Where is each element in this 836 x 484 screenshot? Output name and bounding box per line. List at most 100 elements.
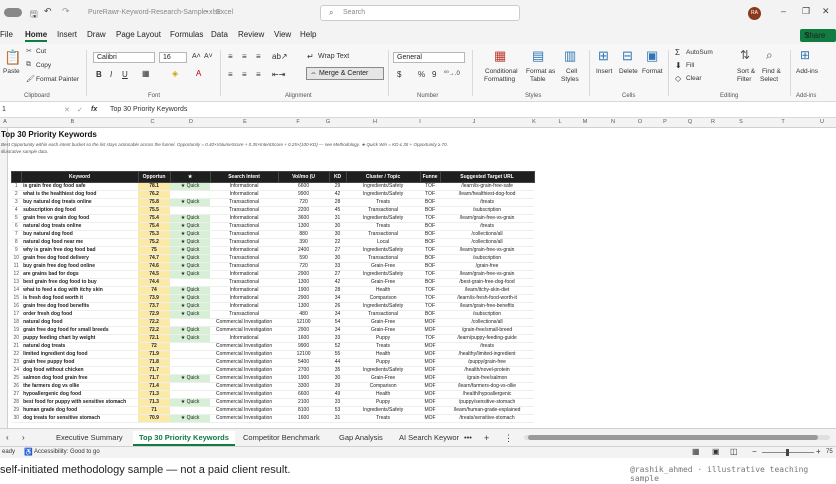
cell-styles-button[interactable]: Cell <box>566 68 577 75</box>
table-cell[interactable]: 880 <box>278 230 330 239</box>
table-cell[interactable]: is fresh dog food worth it <box>21 294 139 303</box>
table-row[interactable]: 9 why is grain free dog food bad 75 ★ Quick… <box>11 246 535 255</box>
table-cell[interactable]: Comparison <box>346 382 421 391</box>
table-cell[interactable]: 30 <box>329 230 347 239</box>
table-cell[interactable]: 28 <box>329 286 347 295</box>
table-cell[interactable]: BOF <box>420 238 441 247</box>
table-cell[interactable]: 73.9 <box>138 294 171 303</box>
table-cell[interactable]: MOF <box>420 382 441 391</box>
table-cell[interactable]: 27 <box>329 270 347 279</box>
table-cell[interactable]: /puppy/sensitive-stomach <box>440 398 535 407</box>
table-cell[interactable]: Health <box>346 286 421 295</box>
table-row[interactable]: 2 what is the healthiest dog food 76.2 Info… <box>11 190 535 199</box>
table-cell[interactable]: 30 <box>329 222 347 231</box>
table-cell[interactable]: /treats/sensitive-stomach <box>440 414 535 423</box>
table-cell[interactable]: 720 <box>278 262 330 271</box>
menu-view[interactable]: View <box>274 30 291 39</box>
table-cell[interactable]: natural dog food <box>21 318 139 327</box>
table-cell[interactable]: /grain-free <box>440 262 535 271</box>
table-cell[interactable]: 34 <box>329 294 347 303</box>
table-cell[interactable]: human grade dog food <box>21 406 139 415</box>
table-cell[interactable]: 76.2 <box>138 190 171 199</box>
table-cell[interactable]: Commercial Investigation <box>210 350 279 359</box>
table-cell[interactable]: 1900 <box>278 286 330 295</box>
table-row[interactable]: 29 human grade dog food 71 Commercial Inves… <box>11 406 535 415</box>
table-cell[interactable]: MOF <box>420 326 441 335</box>
table-cell[interactable]: /grain-free/small-breed <box>440 326 535 335</box>
number-format-select[interactable]: General <box>393 52 465 63</box>
table-cell[interactable]: 8 <box>11 238 22 247</box>
column-header[interactable]: I <box>412 119 428 125</box>
autosum-icon[interactable]: Σ <box>675 48 680 57</box>
table-cell[interactable]: 71.7 <box>138 374 171 383</box>
avatar[interactable]: RA <box>748 7 761 20</box>
table-cell[interactable]: 12 <box>11 270 22 279</box>
table-cell[interactable]: Commercial Investigation <box>210 398 279 407</box>
table-cell[interactable]: 29 <box>329 182 347 191</box>
table-cell[interactable]: 11 <box>11 262 22 271</box>
table-cell[interactable]: /learn/is-fresh-food-worth-it <box>440 294 535 303</box>
table-cell[interactable]: Commercial Investigation <box>210 366 279 375</box>
table-cell[interactable]: 590 <box>278 254 330 263</box>
fill-button[interactable]: Fill <box>686 62 694 69</box>
table-cell[interactable]: 71.7 <box>138 366 171 375</box>
table-cell[interactable]: 27 <box>11 390 22 399</box>
table-cell[interactable]: 42 <box>329 278 347 287</box>
table-cell[interactable]: 74.6 <box>138 262 171 271</box>
table-cell[interactable]: Informational <box>210 286 279 295</box>
format-cells-icon[interactable]: ▣ <box>646 48 658 64</box>
table-cell[interactable]: ★ Quick <box>170 270 211 279</box>
table-cell[interactable]: 26 <box>11 382 22 391</box>
table-cell[interactable]: 53 <box>329 406 347 415</box>
table-cell[interactable]: /treats <box>440 222 535 231</box>
table-row[interactable]: 30 dog treats for sensitive stomach 70.9 ★ … <box>11 414 535 423</box>
table-cell[interactable] <box>170 342 211 351</box>
indent-icon[interactable]: ⇤⇥ <box>272 70 285 79</box>
find-select-button-2[interactable]: Select <box>760 76 778 83</box>
table-cell[interactable]: 12100 <box>278 350 330 359</box>
table-cell[interactable]: the farmers dog vs ollie <box>21 382 139 391</box>
table-cell[interactable]: 13 <box>11 278 22 287</box>
clear-button[interactable]: Clear <box>686 75 702 82</box>
table-cell[interactable]: 9900 <box>278 342 330 351</box>
table-cell[interactable]: 1900 <box>278 374 330 383</box>
align-bottom-icon[interactable]: ≡ <box>256 52 261 61</box>
wrap-text-button[interactable]: Wrap Text <box>318 53 349 60</box>
table-row[interactable]: 6 natural dog treats online 75.4 ★ Quick Tra… <box>11 222 535 231</box>
table-cell[interactable]: Ingredients/Safety <box>346 246 421 255</box>
insert-cells-button[interactable]: Insert <box>596 68 612 75</box>
table-cell[interactable]: 390 <box>278 238 330 247</box>
table-cell[interactable]: buy natural dog food <box>21 230 139 239</box>
table-cell[interactable]: MOF <box>420 342 441 351</box>
table-cell[interactable]: Puppy <box>346 358 421 367</box>
table-cell[interactable]: 75 <box>138 246 171 255</box>
table-cell[interactable]: TOF <box>420 214 441 223</box>
accessibility-status[interactable]: Accessibility: Good to go <box>34 449 100 455</box>
table-cell[interactable] <box>170 318 211 327</box>
table-cell[interactable]: 1600 <box>278 334 330 343</box>
sort-filter-button-2[interactable]: Filter <box>737 76 751 83</box>
table-cell[interactable]: Transactional <box>210 238 279 247</box>
table-cell[interactable] <box>170 206 211 215</box>
table-cell[interactable]: TOF <box>420 270 441 279</box>
table-cell[interactable]: 6 <box>11 222 22 231</box>
table-cell[interactable]: 72.9 <box>138 310 171 319</box>
table-cell[interactable]: limited ingredient dog food <box>21 350 139 359</box>
table-cell[interactable]: ★ Quick <box>170 182 211 191</box>
menu-draw[interactable]: Draw <box>87 30 106 39</box>
table-cell[interactable]: Ingredients/Safety <box>346 182 421 191</box>
table-cell[interactable]: 74.5 <box>138 270 171 279</box>
table-row[interactable]: 3 buy natural dog treats online 75.8 ★ Quic… <box>11 198 535 207</box>
table-cell[interactable]: Transactional <box>210 198 279 207</box>
table-row[interactable]: 20 puppy feeding chart by weight 72.1 ★ Qui… <box>11 334 535 343</box>
table-cell[interactable]: 73.7 <box>138 302 171 311</box>
table-cell[interactable]: Commercial Investigation <box>210 382 279 391</box>
table-cell[interactable]: 75.3 <box>138 230 171 239</box>
table-cell[interactable]: 74 <box>138 286 171 295</box>
table-cell[interactable]: 23 <box>11 358 22 367</box>
find-select-button[interactable]: Find & <box>762 68 781 75</box>
table-cell[interactable]: ★ Quick <box>170 222 211 231</box>
table-cell[interactable]: ★ Quick <box>170 374 211 383</box>
table-cell[interactable]: ★ Quick <box>170 302 211 311</box>
align-right-icon[interactable]: ≡ <box>256 70 261 79</box>
